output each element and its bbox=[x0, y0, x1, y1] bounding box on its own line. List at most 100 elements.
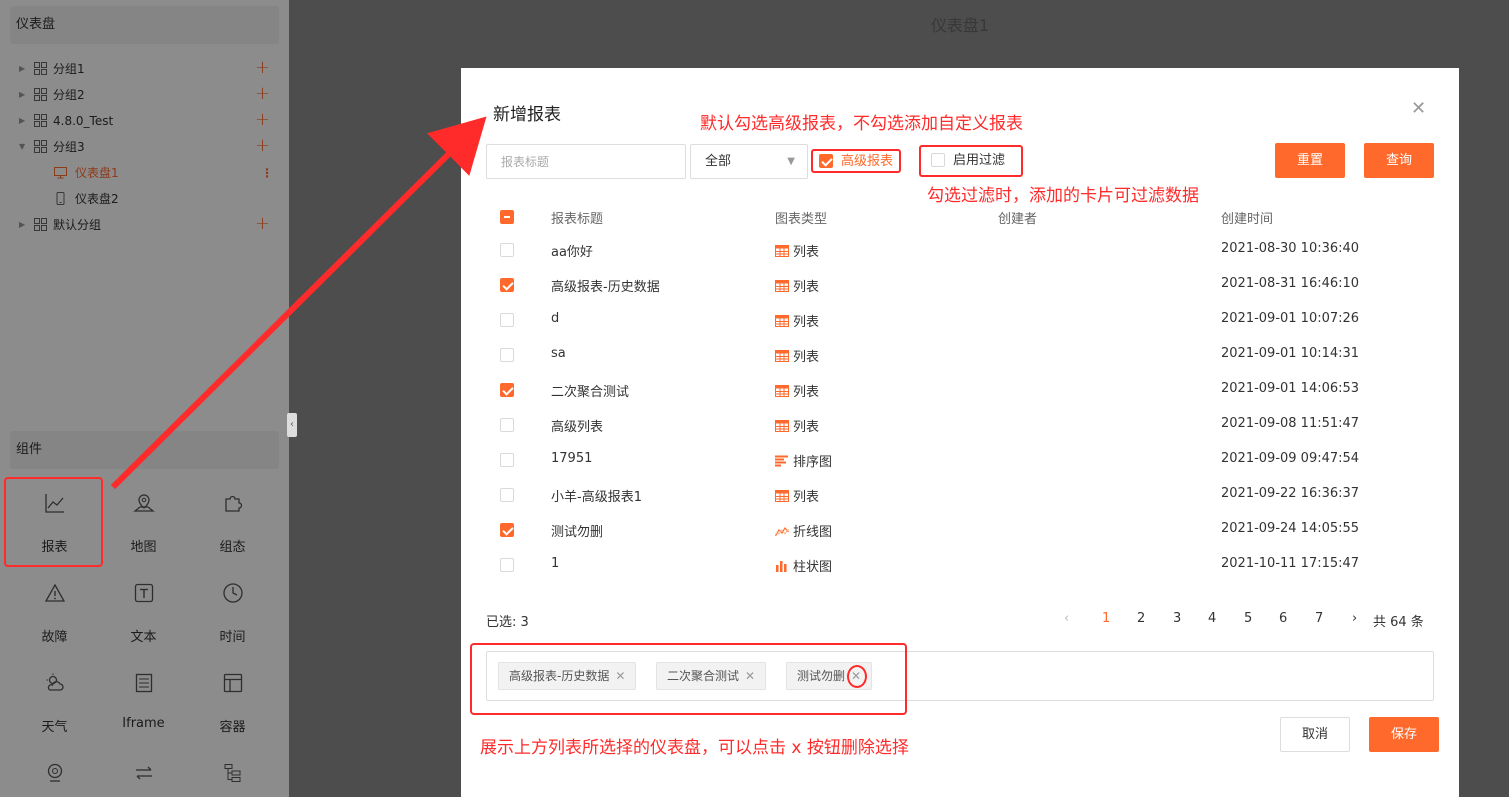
annotation-tags-note: 展示上方列表所选择的仪表盘，可以点击 x 按钮删除选择 bbox=[480, 738, 909, 758]
query-button[interactable]: 查询 bbox=[1364, 143, 1434, 178]
cell-time: 2021-09-22 16:36:37 bbox=[1221, 486, 1360, 501]
cell-type-label: 列表 bbox=[793, 315, 820, 330]
checkbox-unchecked[interactable] bbox=[500, 347, 514, 362]
checkbox-checked[interactable] bbox=[819, 153, 833, 168]
cell-type: 列表 bbox=[775, 241, 819, 260]
bar-chart-icon bbox=[775, 560, 793, 575]
cell-type-label: 列表 bbox=[793, 245, 820, 260]
checkbox-checked[interactable] bbox=[500, 277, 514, 292]
table-row[interactable]: 高级列表 列表 2021-09-08 11:51:47 bbox=[486, 407, 1434, 442]
cell-type: 列表 bbox=[775, 346, 819, 365]
page-6[interactable]: 6 bbox=[1279, 611, 1287, 626]
cell-title: sa bbox=[551, 346, 566, 361]
table-row[interactable]: 小羊-高级报表1 列表 2021-09-22 16:36:37 bbox=[486, 477, 1434, 512]
column-header-title: 报表标题 bbox=[551, 212, 604, 227]
cell-title: 高级列表 bbox=[551, 420, 604, 435]
checkbox-unchecked[interactable] bbox=[500, 487, 514, 502]
row-checkbox[interactable] bbox=[500, 522, 514, 537]
cell-title: 测试勿删 bbox=[551, 525, 604, 540]
select-value: 全部 bbox=[705, 154, 732, 169]
cell-time: 2021-10-11 17:15:47 bbox=[1221, 556, 1360, 571]
table-row[interactable]: 1 柱状图 2021-10-11 17:15:47 bbox=[486, 547, 1434, 582]
prev-page-icon[interactable]: ‹ bbox=[1064, 611, 1069, 626]
cell-time: 2021-08-31 16:46:10 bbox=[1221, 276, 1360, 291]
cancel-button[interactable]: 取消 bbox=[1280, 717, 1350, 752]
cell-title: 高级报表-历史数据 bbox=[551, 280, 660, 295]
list-icon bbox=[775, 420, 793, 435]
checkbox-unchecked[interactable] bbox=[500, 452, 514, 467]
cell-title: 1 bbox=[551, 556, 560, 571]
row-checkbox[interactable] bbox=[500, 487, 514, 502]
checkbox-unchecked[interactable] bbox=[500, 242, 514, 257]
rank-chart-icon bbox=[775, 455, 793, 470]
modal-title: 新增报表 bbox=[493, 105, 561, 125]
row-checkbox[interactable] bbox=[500, 347, 514, 362]
cell-type-label: 列表 bbox=[793, 280, 820, 295]
cell-type: 列表 bbox=[775, 416, 819, 435]
annotation-report-highlight bbox=[4, 477, 103, 567]
row-checkbox[interactable] bbox=[500, 242, 514, 257]
checkbox-unchecked[interactable] bbox=[931, 152, 945, 167]
cell-type: 列表 bbox=[775, 381, 819, 400]
cell-title: 二次聚合测试 bbox=[551, 385, 630, 400]
table-row[interactable]: 二次聚合测试 列表 2021-09-01 14:06:53 bbox=[486, 372, 1434, 407]
checkbox-unchecked[interactable] bbox=[500, 557, 514, 572]
cell-time: 2021-08-30 10:36:40 bbox=[1221, 241, 1360, 256]
save-button[interactable]: 保存 bbox=[1369, 717, 1439, 752]
checkbox-indeterminate[interactable] bbox=[500, 209, 514, 224]
cell-time: 2021-09-09 09:47:54 bbox=[1221, 451, 1360, 466]
page-5[interactable]: 5 bbox=[1244, 611, 1252, 626]
column-header-type: 图表类型 bbox=[775, 212, 828, 227]
annotation-tags-highlight bbox=[470, 643, 907, 715]
row-checkbox[interactable] bbox=[500, 382, 514, 397]
total-count: 共 64 条 bbox=[1373, 615, 1424, 630]
checkbox-unchecked[interactable] bbox=[500, 312, 514, 327]
list-icon bbox=[775, 315, 793, 330]
row-checkbox[interactable] bbox=[500, 312, 514, 327]
page-2[interactable]: 2 bbox=[1137, 611, 1145, 626]
cell-type-label: 柱状图 bbox=[793, 560, 833, 575]
checkbox-unchecked[interactable] bbox=[500, 417, 514, 432]
cell-title: d bbox=[551, 311, 560, 326]
next-page-icon[interactable]: › bbox=[1352, 611, 1357, 626]
cell-type: 排序图 bbox=[775, 451, 832, 470]
chevron-down-icon: ▼ bbox=[787, 156, 795, 167]
page-4[interactable]: 4 bbox=[1208, 611, 1216, 626]
close-icon[interactable]: ✕ bbox=[1411, 98, 1426, 119]
page-3[interactable]: 3 bbox=[1173, 611, 1181, 626]
row-checkbox[interactable] bbox=[500, 452, 514, 467]
table-row[interactable]: 17951 排序图 2021-09-09 09:47:54 bbox=[486, 442, 1434, 477]
cell-type-label: 列表 bbox=[793, 420, 820, 435]
selected-count: 已选: 3 bbox=[486, 615, 529, 630]
cell-type: 列表 bbox=[775, 311, 819, 330]
page-1[interactable]: 1 bbox=[1102, 611, 1110, 626]
table-row[interactable]: aa你好 列表 2021-08-30 10:36:40 bbox=[486, 232, 1434, 267]
annotation-filter-note: 勾选过滤时，添加的卡片可过滤数据 bbox=[927, 186, 1199, 206]
checkbox-checked[interactable] bbox=[500, 382, 514, 397]
table-row[interactable]: 测试勿删 折线图 2021-09-24 14:05:55 bbox=[486, 512, 1434, 547]
checkbox-checked[interactable] bbox=[500, 522, 514, 537]
scope-select[interactable]: 全部 ▼ bbox=[690, 144, 808, 179]
reset-button[interactable]: 重置 bbox=[1275, 143, 1345, 178]
page-7[interactable]: 7 bbox=[1315, 611, 1323, 626]
line-chart-icon bbox=[775, 525, 793, 540]
table-row[interactable]: d 列表 2021-09-01 10:07:26 bbox=[486, 302, 1434, 337]
advanced-report-checkbox[interactable]: 高级报表 bbox=[811, 149, 902, 173]
cell-type: 列表 bbox=[775, 276, 819, 295]
row-checkbox[interactable] bbox=[500, 557, 514, 572]
enable-filter-checkbox[interactable]: 启用过滤 bbox=[919, 145, 1023, 177]
cell-time: 2021-09-01 10:14:31 bbox=[1221, 346, 1360, 361]
table-row[interactable]: 高级报表-历史数据 列表 2021-08-31 16:46:10 bbox=[486, 267, 1434, 302]
cell-title: aa你好 bbox=[551, 245, 593, 260]
cell-time: 2021-09-24 14:05:55 bbox=[1221, 521, 1360, 536]
table-row[interactable]: sa 列表 2021-09-01 10:14:31 bbox=[486, 337, 1434, 372]
annotation-advanced-note: 默认勾选高级报表，不勾选添加自定义报表 bbox=[700, 114, 1023, 134]
select-all-checkbox[interactable] bbox=[500, 209, 514, 224]
report-title-search-input[interactable] bbox=[486, 144, 686, 179]
annotation-x-highlight bbox=[847, 665, 867, 688]
row-checkbox[interactable] bbox=[500, 417, 514, 432]
collapse-chevron-icon[interactable]: ‹ bbox=[287, 413, 297, 437]
column-header-creator: 创建者 bbox=[998, 212, 1038, 227]
row-checkbox[interactable] bbox=[500, 277, 514, 292]
column-header-time: 创建时间 bbox=[1221, 212, 1274, 227]
